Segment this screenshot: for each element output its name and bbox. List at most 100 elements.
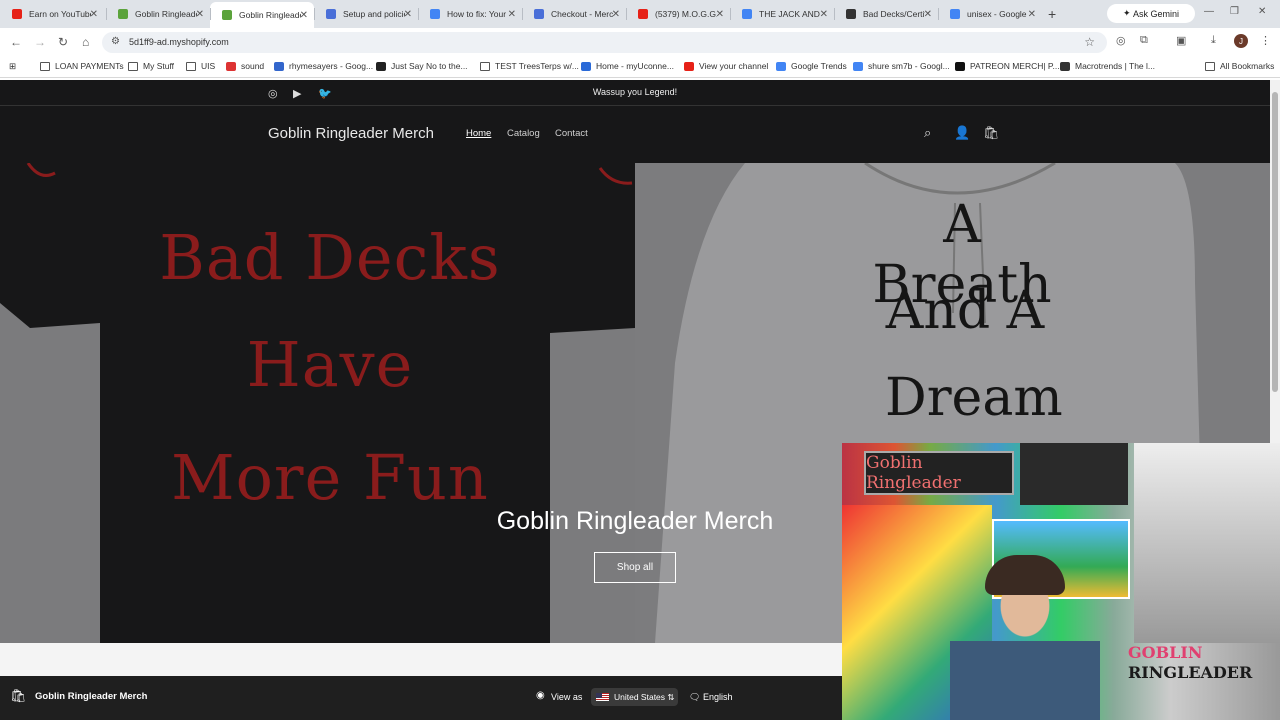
browser-tab[interactable]: Checkout - Merch ✕ [522, 4, 626, 24]
new-tab-button[interactable]: + [1048, 6, 1056, 22]
bookmark-label: rhymesayers - Goog... [289, 61, 374, 71]
bookmark-item[interactable]: Macrotrends | The l... [1060, 61, 1155, 71]
bookmark-label: Just Say No to the... [391, 61, 468, 71]
tshirt-image: Bad Decks Have More Fun [0, 163, 635, 643]
tab-separator [210, 8, 211, 20]
announcement-bar: ◎ ▶ 🐦 Wassup you Legend! [0, 80, 1270, 106]
bookmarks-bar: ⊞ LOAN PAYMENTs My Stuff UIS sound rhymesaye… [0, 56, 1280, 78]
store-logo[interactable]: Goblin Ringleader Merch [268, 125, 434, 142]
close-tab-icon[interactable]: ✕ [1028, 9, 1036, 20]
tab-favicon-icon [638, 9, 648, 19]
sidebar-icon[interactable]: ▣ [1176, 34, 1186, 47]
search-icon[interactable]: ⌕ [924, 125, 931, 141]
tab-title: (5379) M.O.G.G. [655, 9, 717, 19]
tab-title: Bad Decks/Certif [863, 9, 925, 19]
folder-icon [128, 61, 138, 71]
close-tab-icon[interactable]: ✕ [404, 9, 412, 20]
tee-line-3: More Fun [171, 441, 489, 514]
webcam-logo-line1: GOBLIN [1128, 643, 1203, 662]
profile-avatar[interactable]: J [1234, 34, 1248, 48]
bookmark-item[interactable]: LOAN PAYMENTs [40, 61, 124, 71]
ask-gemini-button[interactable]: ✦ Ask Gemini [1107, 4, 1195, 23]
account-icon[interactable]: 👤 [954, 125, 970, 141]
close-tab-icon[interactable]: ✕ [612, 9, 620, 20]
bookmark-favicon-icon [853, 61, 863, 71]
all-bookmarks[interactable]: All Bookmarks [1205, 61, 1274, 71]
preview-store-name: Goblin Ringleader Merch [35, 691, 148, 702]
us-flag-icon [596, 693, 609, 701]
webcam-logo-line2: RINGLEADER [1128, 663, 1253, 682]
puzzle-icon[interactable]: ⧉ [1140, 34, 1148, 47]
close-tab-icon[interactable]: ✕ [820, 9, 828, 20]
close-tab-icon[interactable]: ✕ [508, 9, 516, 20]
tab-separator [522, 8, 523, 20]
minimize-icon[interactable]: — [1204, 6, 1214, 17]
view-as-label: View as [551, 692, 583, 702]
close-tab-icon[interactable]: ✕ [300, 10, 308, 21]
browser-tab[interactable]: unisex - Google ✕ [938, 4, 1042, 24]
webcam-logo: GOBLIN RINGLEADER [1128, 643, 1278, 703]
bookmark-item[interactable]: sound [226, 61, 264, 71]
close-tab-icon[interactable]: ✕ [716, 9, 724, 20]
bookmark-item[interactable]: shure sm7b - Googl... [853, 61, 950, 71]
bookmark-item[interactable]: PATREON MERCH| P... [955, 61, 1060, 71]
bookmark-star-icon[interactable]: ☆ [1084, 35, 1095, 49]
browser-tab[interactable]: Goblin Ringleader ✕ [210, 2, 314, 28]
bookmark-item[interactable]: My Stuff [128, 61, 174, 71]
cart-icon[interactable]: 🛍 [983, 125, 1000, 141]
bookmark-item[interactable]: TEST TreesTerps w/... [480, 61, 579, 71]
bookmark-item[interactable]: UIS [186, 61, 215, 71]
extension-icon[interactable]: ◎ [1116, 34, 1126, 47]
shop-all-button[interactable]: Shop all [594, 552, 676, 583]
bookmark-item[interactable]: Home - myUconne... [581, 61, 674, 71]
apps-icon[interactable]: ⊞ [9, 61, 16, 72]
browser-tab-bar: Earn on YouTube ✕ Goblin Ringleader ✕ Goblin… [0, 0, 1280, 28]
forward-icon[interactable]: → [34, 35, 46, 49]
bookmark-item[interactable]: Just Say No to the... [376, 61, 468, 71]
close-tab-icon[interactable]: ✕ [196, 9, 204, 20]
maximize-icon[interactable]: ❐ [1230, 6, 1239, 17]
nav-home[interactable]: Home [466, 128, 491, 139]
browser-tab[interactable]: Bad Decks/Certif ✕ [834, 4, 938, 24]
browser-tab[interactable]: THE JACK AND ✕ [730, 4, 834, 24]
close-window-icon[interactable]: ✕ [1258, 6, 1266, 17]
home-icon[interactable]: ⌂ [82, 35, 89, 49]
nav-contact[interactable]: Contact [555, 128, 588, 139]
site-info-icon[interactable]: ⚙ [111, 36, 120, 47]
tab-favicon-icon [222, 10, 232, 20]
bookmark-label: My Stuff [143, 61, 175, 71]
close-tab-icon[interactable]: ✕ [924, 9, 932, 20]
bookmark-favicon-icon [1060, 61, 1070, 71]
store-header: Goblin Ringleader Merch Home Catalog Con… [0, 106, 1270, 163]
browser-tab[interactable]: Earn on YouTube ✕ [0, 4, 104, 24]
browser-tab[interactable]: Setup and policies✕ [314, 4, 418, 24]
folder-icon [480, 61, 490, 71]
country-select[interactable]: United States ⇅ [591, 688, 678, 706]
download-icon[interactable]: ⤓ [1211, 34, 1216, 47]
url-text: 5d1ff9-ad.myshopify.com [129, 37, 229, 47]
language-select[interactable]: 🗨 English [689, 692, 732, 703]
hoodie-line-3: Dream [885, 368, 1063, 428]
reload-icon[interactable]: ↻ [58, 35, 68, 49]
hoodie-line-2: And A [885, 281, 1045, 341]
language-value: English [702, 692, 733, 702]
tab-title: Goblin Ringleader [239, 10, 301, 20]
tee-line-1: Bad Decks [159, 221, 501, 294]
bookmark-label: LOAN PAYMENTs [55, 61, 124, 71]
menu-icon[interactable]: ⋮ [1260, 34, 1271, 47]
bookmark-item[interactable]: Google Trends [776, 61, 847, 71]
bookmark-label: UIS [201, 61, 216, 71]
nav-catalog[interactable]: Catalog [507, 128, 540, 139]
close-tab-icon[interactable]: ✕ [90, 9, 98, 20]
scrollbar-thumb[interactable] [1272, 92, 1278, 392]
browser-tab[interactable]: (5379) M.O.G.G. ✕ [626, 4, 730, 24]
browser-tab[interactable]: Goblin Ringleader ✕ [106, 4, 210, 24]
webcam-banner: Goblin Ringleader [864, 451, 1014, 495]
bookmark-item[interactable]: View your channel [684, 61, 768, 71]
bookmark-item[interactable]: rhymesayers - Goog... [274, 61, 373, 71]
browser-tab[interactable]: How to fix: Your ✕ [418, 4, 522, 24]
all-bookmarks-label: All Bookmarks [1220, 61, 1275, 71]
omnibox[interactable]: ⚙ 5d1ff9-ad.myshopify.com ☆ [102, 32, 1107, 53]
back-icon[interactable]: ← [10, 35, 22, 49]
joker-poster [1134, 443, 1280, 643]
